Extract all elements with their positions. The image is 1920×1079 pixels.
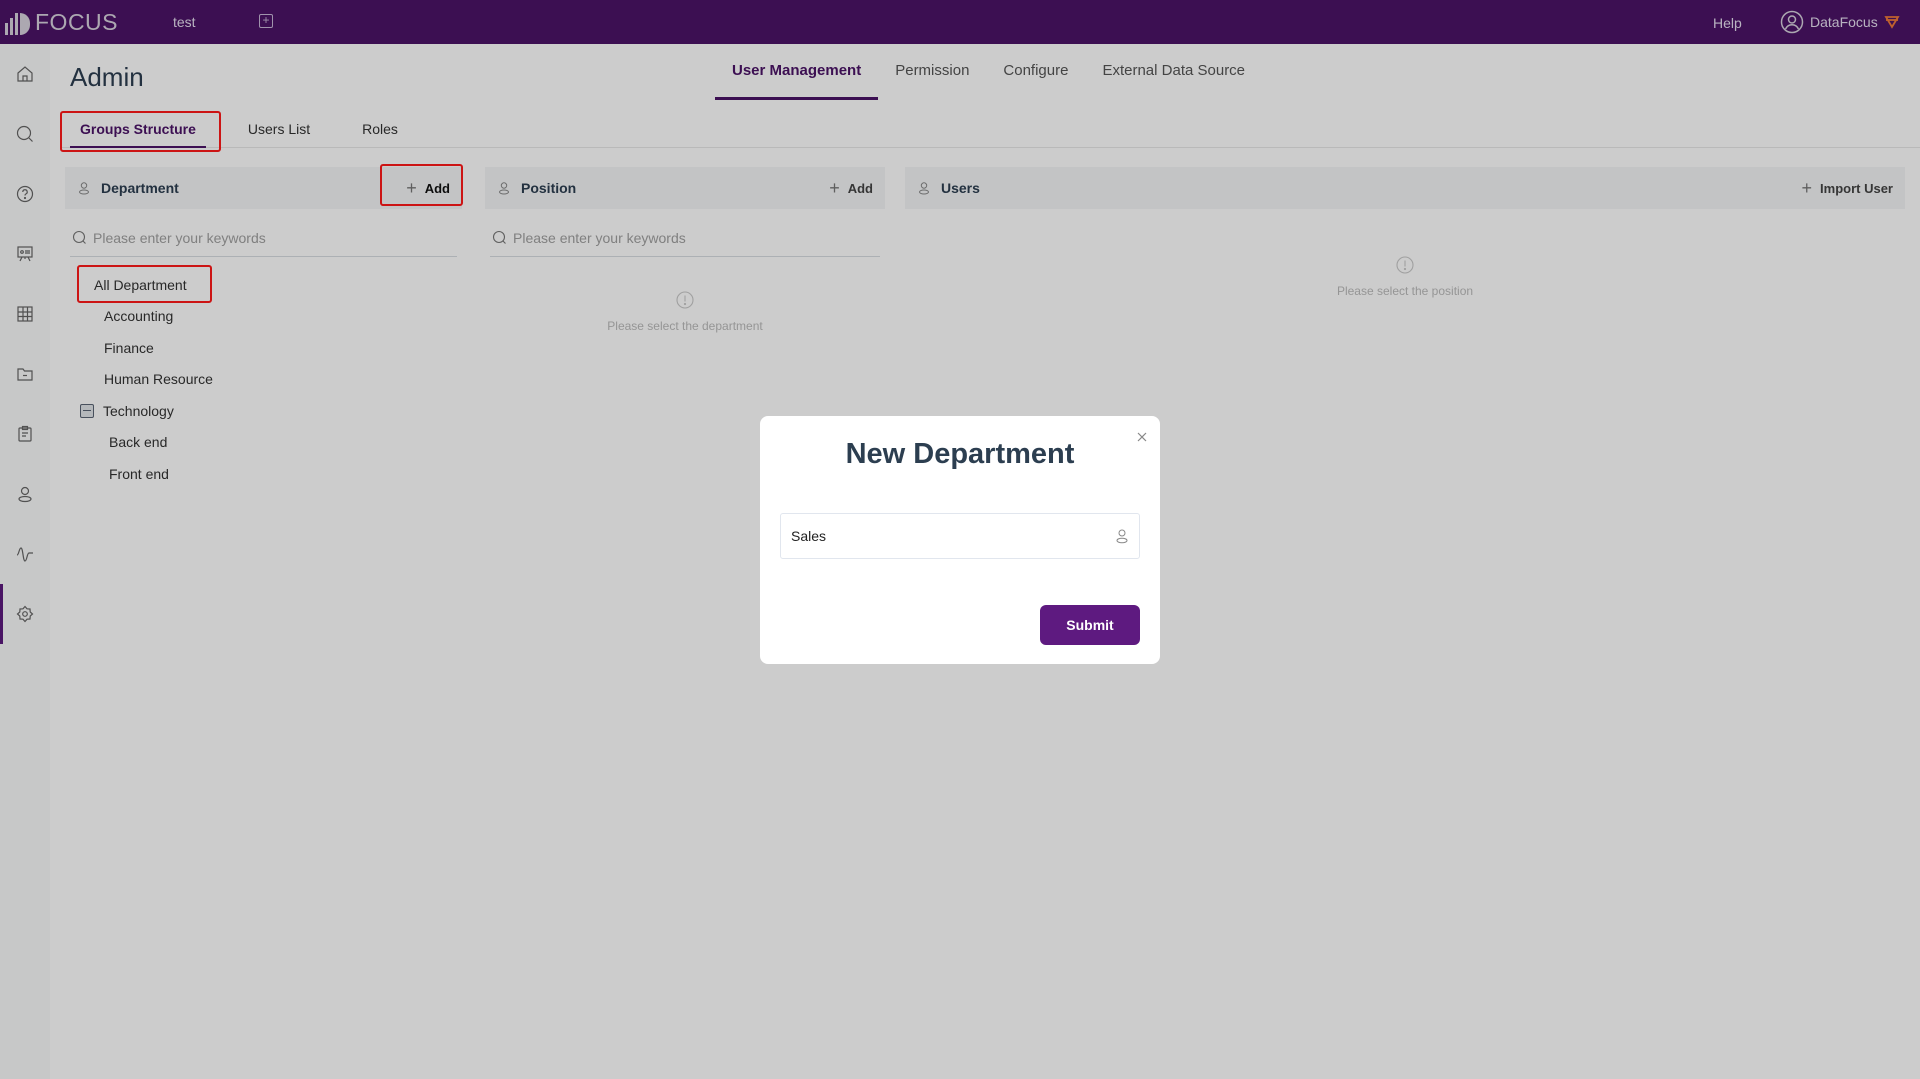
department-name-input[interactable] — [791, 528, 1115, 544]
new-department-dialog: New Department Submit — [760, 416, 1160, 664]
user-icon — [1116, 529, 1128, 544]
submit-button[interactable]: Submit — [1040, 605, 1140, 645]
dialog-title: New Department — [845, 438, 1075, 470]
department-name-field[interactable] — [780, 513, 1140, 559]
